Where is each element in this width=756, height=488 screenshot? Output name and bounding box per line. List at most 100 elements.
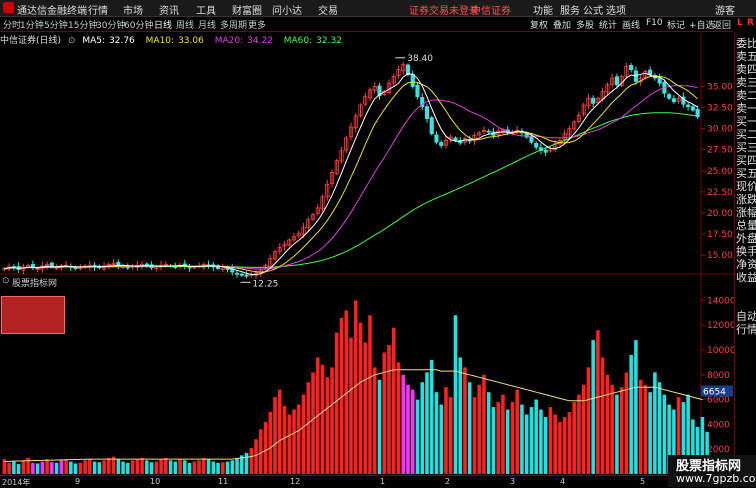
indicator-bar [259,429,263,474]
indicator-bar [244,452,249,474]
indicator-bar [102,460,106,474]
indicator-bar [648,392,652,474]
indicator-signal-box [1,296,65,334]
indicator-bar [40,461,45,474]
indicator-bar [54,462,59,474]
indicator-tick-label: 8000 [707,371,730,381]
lr-right[interactable]: R [747,18,754,28]
indicator-bar [178,459,182,474]
candle-body [648,69,653,76]
indicator-bar [439,404,443,474]
indicator-bar [149,462,154,474]
candle-body [591,97,596,104]
indicator-settings-icon[interactable]: ⊙ [2,276,10,286]
price-tick-label: 17.50 [707,230,733,240]
indicator-bar [577,394,581,474]
indicator-bar [69,461,73,474]
indicator-bar [634,340,638,474]
indicator-bar [387,345,391,474]
indicator-bar [78,462,83,474]
indicator-bar [581,384,586,474]
indicator-bar [88,458,92,474]
candle-body [629,64,634,71]
indicator-bar [486,392,491,474]
indicator-bar [406,384,410,474]
price-tick-label: 35.00 [707,82,733,92]
indicator-bar [524,414,529,474]
candle-body [534,142,539,148]
indicator-bar [458,357,462,474]
indicator-bar [539,409,543,474]
price-tick-label: 20.00 [707,209,733,219]
indicator-bar [520,404,524,474]
indicator-bar [107,457,111,474]
indicator-bar [429,359,434,474]
indicator-bar [216,462,220,474]
indicator-bar [92,461,97,474]
indicator-tick-label: 4000 [707,420,730,430]
indicator-bar [306,382,311,474]
lr-left[interactable]: L [737,18,743,28]
indicator-bar [225,461,230,474]
indicator-bar [21,460,26,474]
candle-body [614,76,619,86]
indicator-bar [463,367,467,474]
indicator-tick-label: 10000 [707,346,734,356]
indicator-bar [391,327,396,474]
price-tick-label: 27.50 [707,146,733,156]
indicator-bar [334,332,339,474]
candle-body [439,142,444,146]
indicator-bar [586,367,591,474]
candle-body [187,266,192,269]
time-axis-month: 5 [640,477,646,486]
time-axis-year: 2014年 [2,478,31,487]
indicator-bar [600,357,605,474]
indicator-bar [287,414,292,474]
indicator-bar [268,412,273,474]
indicator-bar [277,389,282,474]
indicator-bar [377,379,382,474]
indicator-bar [64,459,68,474]
time-axis-month: 1 [380,477,386,486]
indicator-bar [330,367,334,474]
indicator-bar [610,384,614,474]
indicator-bar [31,462,35,474]
quote-tail-label[interactable]: 行情 [736,321,756,337]
indicator-bar [453,315,458,474]
indicator-bar [145,460,149,474]
candle-body [686,104,691,108]
indicator-bar [657,382,662,474]
indicator-bar [472,397,477,474]
indicator-bar [396,362,401,474]
indicator-bar [116,459,121,474]
indicator-bar [73,463,78,474]
candle-body [434,134,439,143]
indicator-bar [562,416,567,474]
indicator-bar [510,402,515,474]
candle-body [453,137,458,141]
price-tick-label: 32.50 [707,104,733,114]
indicator-bar [320,364,325,474]
candle-body [671,98,676,103]
indicator-bar [425,372,429,474]
time-axis-month: 12 [290,477,301,486]
indicator-bar [572,402,576,474]
time-axis-month: 9 [75,477,81,486]
indicator-bar [130,460,135,474]
indicator-bar [211,461,216,474]
price-and-indicator-chart[interactable]: 15.00 17.50 20.00 22.50 25.00 27.50 30.00 32.50… [0,0,734,475]
indicator-bar [548,407,553,474]
indicator-bar [434,392,439,474]
indicator-bar [467,382,472,474]
high-annotation: 38.40 [407,54,433,64]
quote-panel: 委比 卖五 卖四 卖三 卖二 卖一 买一 买二 买三 买四 买五 现价 涨跌 涨幅 总量 外盘 换手 净资 收益 自动… [734,33,756,473]
price-tick-label: 22.50 [707,188,733,198]
indicator-bar [192,461,197,474]
price-tick-label: 30.00 [707,125,733,135]
lr-toggle[interactable]: L R [735,18,755,31]
indicator-bar [35,463,40,474]
indicator-bar [121,461,125,474]
price-tick-label: 15.00 [707,251,733,261]
indicator-bar [368,315,372,474]
time-axis-month: 11 [218,477,229,486]
